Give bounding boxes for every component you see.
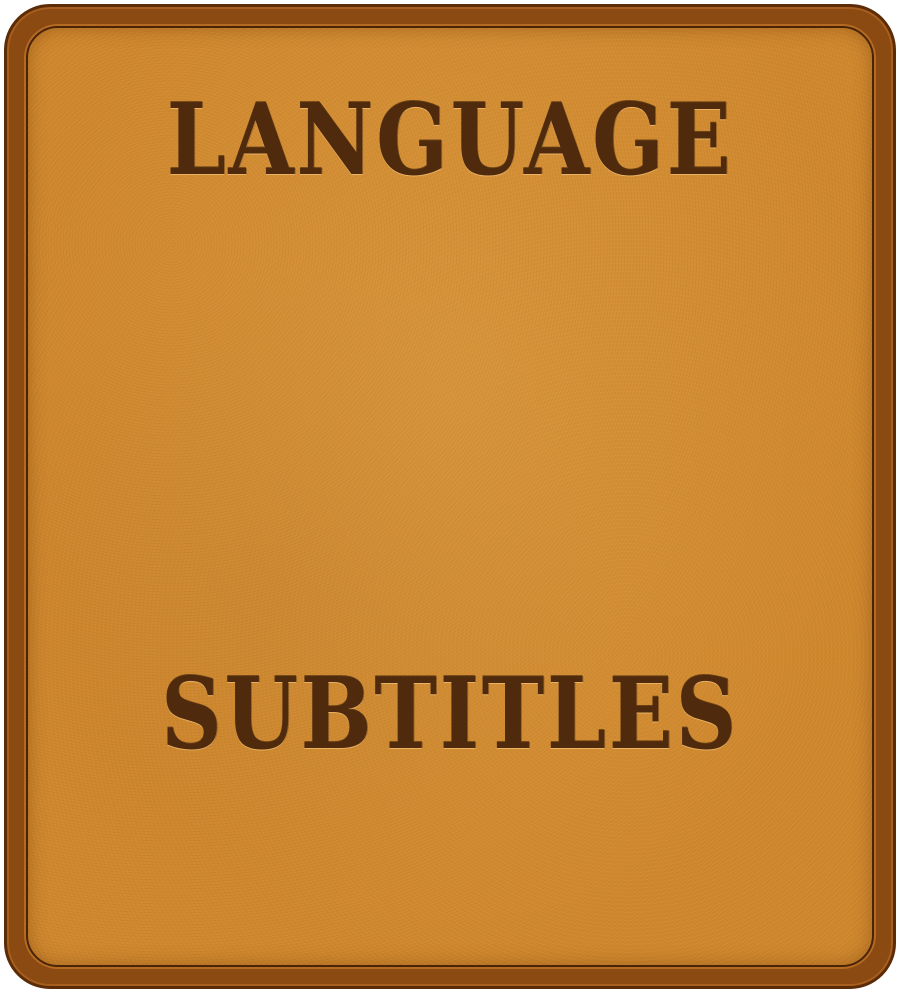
settings-panel: LANGUAGE SUBTITLES	[26, 26, 874, 967]
subtitles-menu-item[interactable]: SUBTITLES	[87, 655, 813, 775]
settings-panel-frame: LANGUAGE SUBTITLES	[4, 4, 896, 989]
language-menu-item[interactable]: LANGUAGE	[87, 86, 813, 196]
